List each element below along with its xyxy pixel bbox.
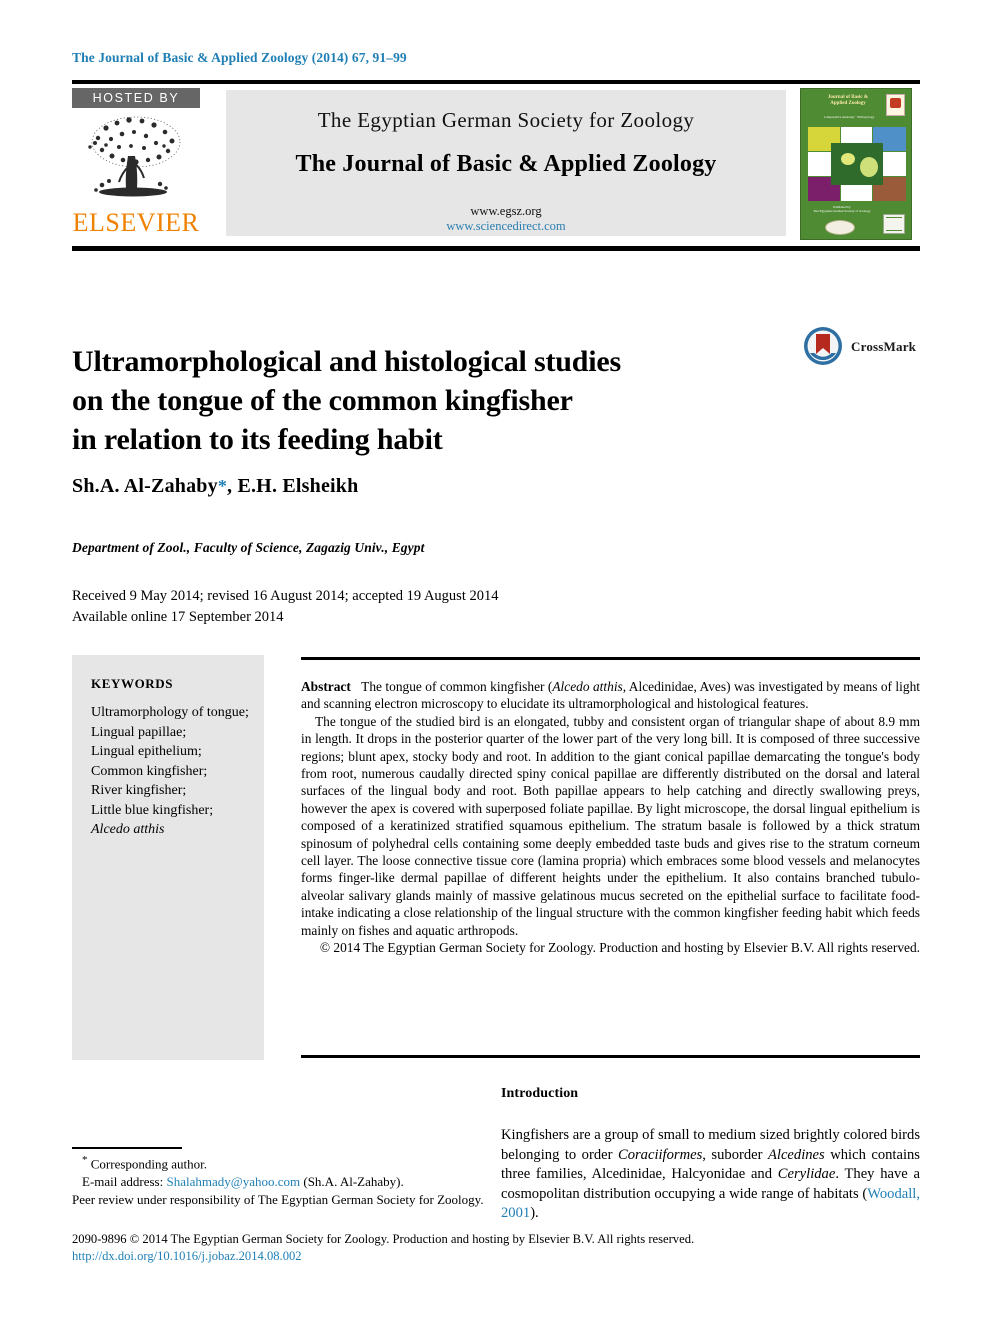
email-owner: (Sh.A. Al-Zahaby).: [303, 1173, 404, 1189]
elsevier-logo: ELSEVIER: [72, 108, 200, 238]
crossmark-icon: [804, 327, 842, 365]
cover-elsevier-mark: [883, 214, 905, 234]
abstract-p1-a: The tongue of common kingfisher (: [361, 679, 553, 694]
email-label: E-mail address:: [82, 1173, 164, 1189]
introduction-body: Kingfishers are a group of small to medi…: [501, 1126, 920, 1224]
author-primary: Sh.A. Al-Zahaby: [72, 475, 218, 497]
running-head: The Journal of Basic & Applied Zoology (…: [72, 50, 407, 65]
cover-society-seal: [825, 220, 855, 235]
journal-name: The Journal of Basic & Applied Zoology: [295, 151, 717, 177]
abstract-species: Alcedo atthis: [552, 679, 623, 694]
doi-link[interactable]: http://dx.doi.org/10.1016/j.jobaz.2014.0…: [72, 1248, 920, 1265]
banner-center: The Egyptian German Society for Zoology …: [226, 90, 786, 236]
header-rule-bottom: [72, 246, 920, 251]
keyword-item: Common kingfisher;: [91, 763, 208, 779]
footnote-email: E-mail address: Shalahmady@yahoo.com (Sh…: [72, 1173, 492, 1191]
affiliation: Department of Zool., Faculty of Science,…: [72, 540, 425, 555]
banner-urls: www.egsz.org www.sciencedirect.com: [226, 204, 786, 234]
abstract-paragraph-2: The tongue of the studied bird is an elo…: [301, 713, 920, 938]
elsevier-tree-icon: [88, 116, 181, 197]
email-link[interactable]: Shalahmady@yahoo.com: [166, 1174, 300, 1189]
colophon: 2090-9896 © 2014 The Egyptian German Soc…: [72, 1231, 920, 1265]
keyword-item-species: Alcedo atthis: [91, 822, 165, 837]
keyword-item: Lingual papillae;: [91, 724, 187, 740]
intro-family: Cerylidae: [777, 1166, 836, 1183]
journal-article-page: The Journal of Basic & Applied Zoology (…: [0, 0, 992, 1323]
intro-text-5: ).: [530, 1205, 539, 1222]
keywords-list: Ultramorphology of tongue; Lingual papil…: [91, 703, 259, 840]
header-rule-top: [72, 80, 920, 84]
elsevier-hosted-block: HOSTED BY ELSEVIER: [72, 88, 200, 238]
cover-footer: Published by The Egyptian German Society…: [813, 205, 871, 214]
keywords-panel: KEYWORDS Ultramorphology of tongue; Ling…: [72, 655, 264, 1060]
introduction-heading: Introduction: [501, 1086, 579, 1101]
journal-cover-thumbnail[interactable]: Journal of Basic & Applied Zoology Compa…: [800, 88, 912, 240]
sciencedirect-url[interactable]: www.sciencedirect.com: [226, 219, 786, 234]
author-list: Sh.A. Al-Zahaby*, E.H. Elsheikh: [72, 475, 358, 498]
footnotes: * Corresponding author. E-mail address: …: [72, 1152, 492, 1208]
author-secondary: , E.H. Elsheikh: [227, 475, 359, 497]
abstract-rule-bottom: [301, 1055, 920, 1058]
cover-university-badge: [886, 94, 905, 116]
available-online: Available online 17 September 2014: [72, 609, 284, 625]
article-history: Received 9 May 2014; revised 16 August 2…: [72, 586, 498, 628]
keyword-item: Lingual epithelium;: [91, 744, 202, 759]
title-line-1: Ultramorphological and histological stud…: [72, 345, 621, 379]
keyword-item: Little blue kingfisher;: [91, 802, 214, 818]
issn-copyright-line: 2090-9896 © 2014 The Egyptian German Soc…: [72, 1232, 695, 1246]
footnote-corresponding-text: Corresponding author.: [90, 1156, 208, 1172]
cover-subtitle: Comparative Anatomy · Embryology: [823, 115, 875, 119]
title-line-2: on the tongue of the common kingfisher: [72, 384, 573, 418]
intro-suborder: Alcedines: [767, 1146, 825, 1163]
page-title: Ultramorphological and histological stud…: [72, 342, 772, 459]
footnote-star-marker: *: [82, 1154, 88, 1166]
abstract-copyright: © 2014 The Egyptian German Society for Z…: [319, 940, 920, 956]
intro-order: Coraciiformes: [617, 1146, 703, 1163]
footnote-corresponding: * Corresponding author.: [72, 1152, 492, 1173]
society-name: The Egyptian German Society for Zoology: [317, 108, 695, 132]
elsevier-wordmark: ELSEVIER: [72, 208, 200, 237]
intro-text-2: , suborder: [702, 1146, 768, 1163]
cover-title: Journal of Basic & Applied Zoology: [827, 95, 869, 106]
abstract-section: Abstract The tongue of common kingfisher…: [301, 678, 920, 957]
crossmark-badge[interactable]: CrossMark: [803, 326, 923, 368]
abstract-label: Abstract: [301, 679, 351, 694]
journal-banner: HOSTED BY ELSEVIER The Egyptian German S…: [72, 88, 920, 240]
corresponding-author-marker[interactable]: *: [218, 476, 227, 496]
hosted-by-label: HOSTED BY: [72, 88, 200, 108]
abstract-paragraph-1: Abstract The tongue of common kingfisher…: [301, 678, 920, 713]
footnote-peer-review: Peer review under responsibility of The …: [72, 1191, 484, 1207]
title-line-3: in relation to its feeding habit: [72, 423, 443, 457]
keyword-item: Ultramorphology of tongue;: [91, 705, 249, 720]
keyword-item: River kingfisher;: [91, 783, 187, 798]
keywords-heading: KEYWORDS: [91, 676, 174, 691]
cover-image-grid: [808, 127, 906, 201]
society-url[interactable]: www.egsz.org: [226, 204, 786, 219]
crossmark-label: CrossMark: [851, 339, 917, 354]
footnote-rule: [72, 1147, 182, 1149]
abstract-rule-top: [301, 657, 920, 660]
received-revised-accepted: Received 9 May 2014; revised 16 August 2…: [72, 588, 499, 604]
